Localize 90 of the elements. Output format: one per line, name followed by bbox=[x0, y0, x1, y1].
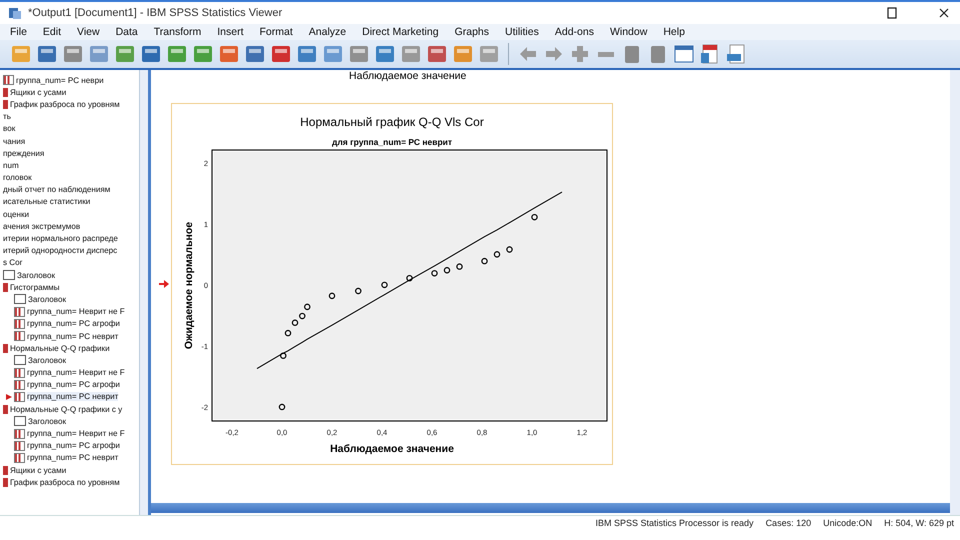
outline-item[interactable]: вок bbox=[3, 124, 16, 134]
outline-item[interactable]: Заголовок bbox=[28, 356, 66, 365]
outline-item[interactable]: группа_num= РС агрофи bbox=[27, 380, 120, 390]
outline-item[interactable]: оценки bbox=[3, 210, 30, 219]
menu-item[interactable]: Add-ons bbox=[554, 26, 594, 38]
data-point bbox=[431, 270, 438, 276]
book-icon bbox=[3, 344, 8, 353]
outline-item[interactable]: группа_num= РС неври bbox=[16, 76, 104, 85]
data-point bbox=[278, 404, 286, 410]
outline-item[interactable]: Ящики с усами bbox=[10, 466, 66, 475]
data-point bbox=[444, 267, 450, 274]
x-axis-title: Наблюдаемое значение bbox=[330, 443, 454, 455]
outline-item[interactable]: График разброса по уровням bbox=[10, 478, 120, 487]
menu-item[interactable]: View bbox=[77, 26, 100, 38]
selection-arrow-icon bbox=[6, 394, 12, 400]
outline-item[interactable]: преждения bbox=[3, 148, 44, 158]
outline-item[interactable]: головок bbox=[3, 173, 32, 182]
outline-item[interactable]: группа_num= РС неврит bbox=[27, 392, 118, 402]
outline-item[interactable]: Нормальные Q-Q графики с у bbox=[10, 404, 122, 414]
status-text: Unicode:ON bbox=[823, 518, 872, 528]
y-axis-title: Ожидаемое нормальное bbox=[183, 222, 195, 350]
book-icon bbox=[3, 404, 8, 414]
heading-icon bbox=[14, 294, 26, 304]
outline-item[interactable]: исательные статистики bbox=[3, 197, 90, 206]
close-icon[interactable] bbox=[938, 7, 950, 19]
data-point bbox=[355, 288, 362, 294]
data-point bbox=[284, 330, 292, 336]
outline-item[interactable]: Гистограммы bbox=[10, 282, 60, 292]
outline-item[interactable]: группа_num= РС неврит bbox=[27, 332, 118, 341]
outline-item[interactable]: Нормальные Q-Q графики bbox=[10, 344, 110, 353]
heading-icon bbox=[14, 416, 26, 426]
menu-item[interactable]: Graphs bbox=[454, 26, 490, 38]
plus-icon[interactable] bbox=[569, 43, 591, 65]
outline-item[interactable]: чания bbox=[3, 136, 26, 146]
window-title: *Output1 [Document1] - IBM SPSS Statistics Viewer bbox=[28, 7, 282, 19]
outline-item[interactable]: Заголовок bbox=[28, 294, 66, 304]
data-point bbox=[328, 292, 336, 300]
scrollbar[interactable] bbox=[151, 503, 950, 513]
menu-item[interactable]: Help bbox=[663, 26, 685, 38]
outline-item[interactable]: График разброса по уровням bbox=[10, 100, 120, 109]
menu-item[interactable]: Window bbox=[610, 26, 648, 38]
menu-item[interactable]: Insert bbox=[217, 26, 244, 38]
heading-icon bbox=[14, 355, 26, 366]
status-text: H: 504, W: 629 pt bbox=[884, 518, 954, 528]
outline-item[interactable]: группа_num= РС неврит bbox=[27, 453, 118, 462]
outline-item[interactable]: Заголовок bbox=[28, 416, 66, 426]
outline-item[interactable]: Ящики с усами bbox=[10, 88, 66, 97]
menu-item[interactable]: Transform bbox=[154, 26, 202, 38]
maximize-icon[interactable] bbox=[886, 7, 898, 19]
outline-item[interactable]: Заголовок bbox=[17, 270, 56, 280]
axis-label: Наблюдаемое значение bbox=[349, 70, 468, 83]
chart-subtitle: для группа_num= РС неврит bbox=[332, 137, 452, 147]
outline-item[interactable]: ть bbox=[3, 112, 11, 122]
data-point bbox=[406, 274, 413, 282]
data-point bbox=[494, 251, 500, 258]
data-point bbox=[381, 282, 388, 288]
status-text: Cases: 120 bbox=[766, 518, 812, 528]
outline-item[interactable]: num bbox=[3, 160, 19, 170]
outline-item[interactable]: итерии нормального распреде bbox=[3, 234, 118, 244]
data-point bbox=[506, 246, 513, 253]
scrollbar[interactable] bbox=[139, 70, 148, 515]
outline-item[interactable]: итерий однородности дисперс bbox=[3, 246, 118, 256]
outline-item[interactable]: ачения экстремумов bbox=[3, 222, 80, 231]
data-point bbox=[531, 214, 538, 220]
chart-title: Нормальный график Q-Q Vls Cor bbox=[300, 115, 484, 129]
heading-icon bbox=[3, 270, 15, 280]
app-icon bbox=[8, 6, 22, 20]
outline-item[interactable]: группа_num= Неврит не F bbox=[27, 307, 125, 316]
document-icon[interactable] bbox=[725, 43, 747, 65]
menu-item[interactable]: Utilities bbox=[505, 26, 539, 38]
data-point bbox=[304, 304, 310, 310]
menu-item[interactable]: File bbox=[10, 26, 27, 38]
book-icon bbox=[3, 282, 8, 292]
window-layout-icon[interactable] bbox=[673, 43, 695, 65]
data-point bbox=[280, 352, 286, 359]
outline-item[interactable]: s Cor bbox=[3, 258, 22, 268]
status-text: IBM SPSS Statistics Processor is ready bbox=[596, 518, 754, 528]
menu-item[interactable]: Format bbox=[260, 26, 293, 38]
menu-item[interactable]: Edit bbox=[42, 26, 62, 38]
menu-item[interactable]: Analyze bbox=[308, 26, 346, 38]
menu-item[interactable]: Direct Marketing bbox=[362, 26, 439, 38]
data-point bbox=[456, 263, 463, 270]
current-item-arrow-icon bbox=[159, 279, 169, 289]
outline-item[interactable]: группа_num= РС агрофи bbox=[27, 319, 120, 328]
outline-item[interactable]: дный отчет по наблюдениям bbox=[3, 185, 110, 194]
menu-item[interactable]: Data bbox=[116, 26, 138, 38]
data-point bbox=[481, 258, 488, 264]
outline-item[interactable]: группа_num= Неврит не F bbox=[27, 429, 125, 438]
outline-item[interactable]: группа_num= РС агрофи bbox=[27, 441, 120, 450]
outline-item[interactable]: группа_num= Неврит не F bbox=[27, 368, 125, 378]
